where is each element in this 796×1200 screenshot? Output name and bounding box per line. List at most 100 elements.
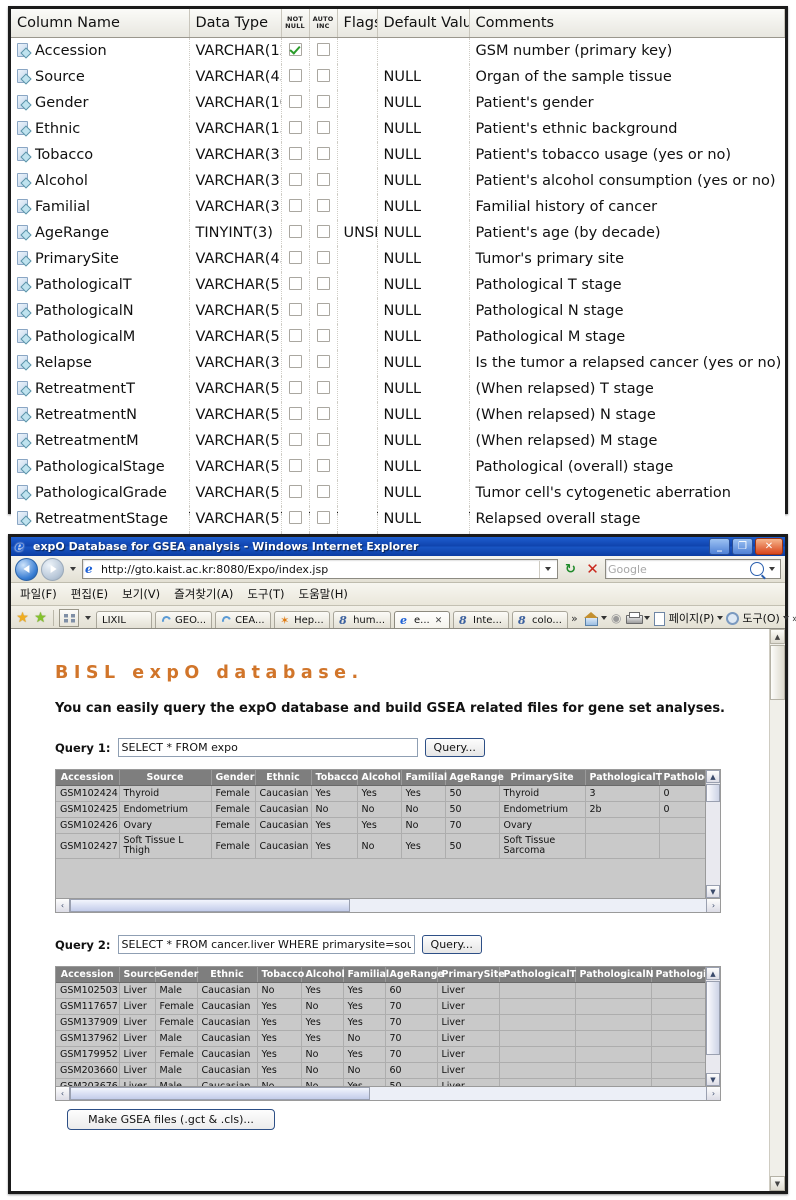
minimize-button[interactable]: _ — [709, 538, 730, 555]
result2-scroll-left-button[interactable]: ‹ — [56, 1087, 70, 1100]
header-comments[interactable]: Comments — [469, 9, 785, 38]
cell-comment[interactable]: Patient's age (by decade) — [469, 220, 785, 246]
table-row[interactable]: GSM137909 Liver Female Caucasian Yes Yes Yes 70… — [56, 1014, 720, 1031]
cell-data-type[interactable]: VARCHAR(45) — [189, 64, 282, 90]
cell-default-value[interactable]: NULL — [377, 142, 470, 168]
cell-flags[interactable] — [337, 506, 378, 532]
schema-row[interactable]: PathologicalT VARCHAR(5) NULL Pathological … — [11, 272, 785, 298]
cell-flags[interactable] — [337, 37, 378, 64]
schema-row[interactable]: RetreatmentM VARCHAR(5) NULL (When relapsed… — [11, 428, 785, 454]
result2-horizontal-scrollbar[interactable]: ‹ › — [56, 1086, 720, 1100]
not-null-checkbox[interactable] — [288, 381, 302, 394]
cell-flags[interactable] — [337, 116, 378, 142]
cell-column-name[interactable]: Gender — [11, 90, 190, 116]
cell-not-null[interactable] — [281, 350, 310, 376]
tools-menu-button[interactable]: 도구(O) — [726, 610, 789, 626]
cell-comment[interactable]: Patient's tobacco usage (yes or no) — [469, 142, 785, 168]
result1-scroll-left-button[interactable]: ‹ — [56, 899, 70, 912]
cell-not-null[interactable] — [281, 37, 310, 64]
cell-default-value[interactable]: NULL — [377, 376, 470, 402]
cell-default-value[interactable]: NULL — [377, 272, 470, 298]
result2-scroll-thumb[interactable] — [706, 981, 720, 1055]
cell-not-null[interactable] — [281, 90, 310, 116]
cell-data-type[interactable]: VARCHAR(3) — [189, 194, 282, 220]
cell-auto-inc[interactable] — [309, 402, 338, 428]
auto-inc-checkbox[interactable] — [316, 225, 330, 238]
cell-default-value[interactable]: NULL — [377, 64, 470, 90]
not-null-checkbox[interactable] — [288, 485, 302, 498]
search-icon[interactable] — [750, 562, 764, 576]
print-dropdown-icon[interactable] — [643, 616, 650, 620]
cell-data-type[interactable]: VARCHAR(3) — [189, 168, 282, 194]
cell-comment[interactable]: (When relapsed) M stage — [469, 428, 785, 454]
cell-column-name[interactable]: AgeRange — [11, 220, 190, 246]
cell-not-null[interactable] — [281, 64, 310, 90]
cell-column-name[interactable]: Source — [11, 64, 190, 90]
not-null-checkbox[interactable] — [288, 95, 302, 108]
page-scroll-up-button[interactable]: ▲ — [770, 629, 785, 644]
cell-comment[interactable]: (When relapsed) T stage — [469, 376, 785, 402]
auto-inc-checkbox[interactable] — [316, 95, 330, 108]
cell-not-null[interactable] — [281, 506, 310, 532]
cell-flags[interactable] — [337, 272, 378, 298]
schema-row[interactable]: Ethnic VARCHAR(15) NULLPatient's ethnic ba… — [11, 116, 785, 142]
cell-flags[interactable] — [337, 324, 378, 350]
header-not-null[interactable]: NOT NULL — [281, 9, 310, 38]
cell-default-value[interactable]: NULL — [377, 324, 470, 350]
cell-default-value[interactable]: NULL — [377, 168, 470, 194]
auto-inc-checkbox[interactable] — [316, 173, 330, 186]
cell-data-type[interactable]: VARCHAR(3) — [189, 142, 282, 168]
cell-comment[interactable]: Pathological (overall) stage — [469, 454, 785, 480]
auto-inc-checkbox[interactable] — [316, 407, 330, 420]
auto-inc-checkbox[interactable] — [316, 329, 330, 342]
menu-item-1[interactable]: 편집(E) — [71, 586, 108, 602]
cell-column-name[interactable]: PathologicalT — [11, 272, 190, 298]
header-flags[interactable]: Flags — [337, 9, 378, 38]
auto-inc-checkbox[interactable] — [316, 511, 330, 524]
cell-auto-inc[interactable] — [309, 142, 338, 168]
cell-not-null[interactable] — [281, 194, 310, 220]
schema-row[interactable]: Source VARCHAR(45) NULLOrgan of the sample… — [11, 64, 785, 90]
cell-comment[interactable]: Is the tumor a relapsed cancer (yes or n… — [469, 350, 785, 376]
query1-input[interactable] — [117, 738, 418, 757]
history-dropdown-icon[interactable] — [70, 567, 76, 571]
cell-data-type[interactable]: TINYINT(3) — [189, 220, 282, 246]
header-column-name[interactable]: Column Name — [11, 9, 190, 38]
table-row[interactable]: GSM102503 Liver Male Caucasian No Yes Yes 60 Liv… — [56, 982, 720, 999]
cell-auto-inc[interactable] — [309, 90, 338, 116]
not-null-checkbox[interactable] — [288, 199, 302, 212]
cell-data-type[interactable]: VARCHAR(10) — [189, 90, 282, 116]
schema-row[interactable]: Familial VARCHAR(3) NULL Familial history o… — [11, 194, 785, 220]
not-null-checkbox[interactable] — [288, 433, 302, 446]
result1-vertical-scrollbar[interactable]: ▲ ▼ — [705, 770, 720, 898]
result2-scroll-up-button[interactable]: ▲ — [706, 967, 720, 980]
not-null-checkbox[interactable] — [288, 459, 302, 472]
cell-data-type[interactable]: VARCHAR(5) — [189, 376, 282, 402]
cell-not-null[interactable] — [281, 168, 310, 194]
schema-row[interactable]: PathologicalGrade VARCHAR(5) NULL Tumor cel… — [11, 480, 785, 506]
table-row[interactable]: GSM137962 Liver Male Caucasian Yes Yes No 70 Liv… — [56, 1030, 720, 1047]
header-auto-inc[interactable]: AUTO INC — [309, 9, 338, 38]
cell-flags[interactable] — [337, 168, 378, 194]
cell-default-value[interactable]: NULL — [377, 350, 470, 376]
cell-auto-inc[interactable] — [309, 168, 338, 194]
cell-column-name[interactable]: PathologicalStage — [11, 454, 190, 480]
maximize-button[interactable]: ❐ — [732, 538, 753, 555]
table-row[interactable]: GSM179952 Liver Female Caucasian Yes No Yes 70 L… — [56, 1046, 720, 1063]
browser-tab-6[interactable]: colo... — [512, 610, 569, 630]
search-provider-dropdown-icon[interactable] — [769, 567, 775, 571]
schema-row[interactable]: RetreatmentT VARCHAR(5) NULL (When relapsed… — [11, 376, 785, 402]
not-null-checkbox[interactable] — [288, 43, 302, 56]
cell-auto-inc[interactable] — [309, 194, 338, 220]
cell-column-name[interactable]: Alcohol — [11, 168, 190, 194]
header-data-type[interactable]: Data Type — [189, 9, 282, 38]
cell-data-type[interactable]: VARCHAR(5) — [189, 298, 282, 324]
stop-button[interactable]: ✕ — [583, 560, 602, 579]
query1-button[interactable]: Query... — [424, 738, 485, 757]
schema-row[interactable]: RetreatmentN VARCHAR(5) NULL (When relapsed… — [11, 402, 785, 428]
cell-not-null[interactable] — [281, 272, 310, 298]
auto-inc-checkbox[interactable] — [316, 43, 330, 56]
result2-scroll-down-button[interactable]: ▼ — [706, 1073, 720, 1086]
auto-inc-checkbox[interactable] — [316, 303, 330, 316]
result1-hscroll-track[interactable] — [70, 899, 706, 912]
